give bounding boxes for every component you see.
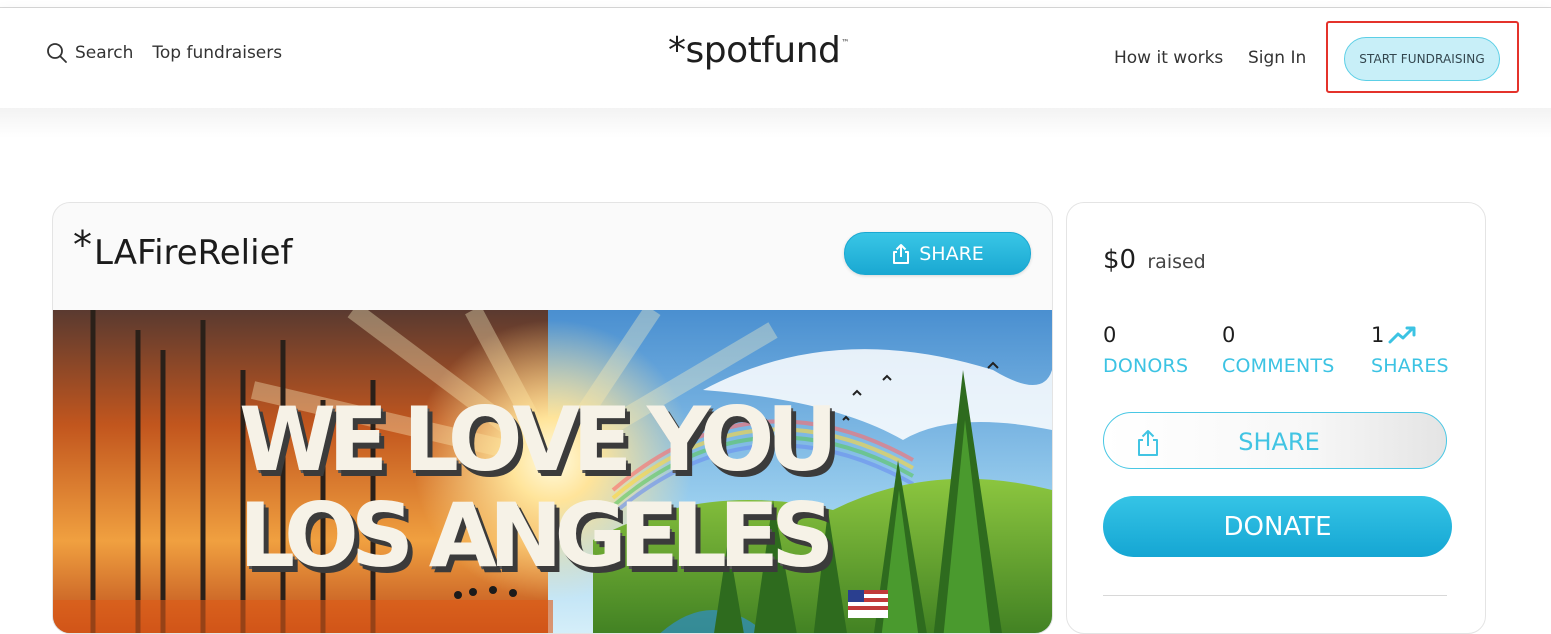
campaign-share-button[interactable]: SHARE (844, 232, 1031, 275)
sidebar-share-button[interactable]: SHARE (1103, 412, 1447, 469)
raised-label: raised (1147, 251, 1206, 273)
stat-shares[interactable]: 1 SHARES (1371, 323, 1449, 377)
highlight-box (1326, 21, 1519, 93)
nav-left-group: Search Top fundraisers (46, 42, 282, 64)
shares-count: 1 (1371, 323, 1385, 347)
hero-text: WE LOVE YOU LOS ANGELES (239, 392, 879, 584)
how-it-works-link[interactable]: How it works (1114, 48, 1223, 68)
raised-amount: $0 (1103, 245, 1137, 275)
campaign-card: *LAFireRelief SHARE WE LOVE YOU LOS ANGE… (52, 202, 1053, 634)
search-link[interactable]: Search (46, 42, 133, 64)
shares-label[interactable]: SHARES (1371, 355, 1449, 377)
search-icon[interactable] (46, 42, 68, 64)
campaign-title: *LAFireRelief (73, 223, 293, 273)
sidebar-divider (1103, 595, 1447, 596)
search-label[interactable]: Search (75, 43, 133, 63)
shares-count-row: 1 (1371, 323, 1449, 347)
comments-count: 0 (1222, 323, 1236, 347)
hero-line-1: WE LOVE YOU (239, 388, 838, 491)
stat-donors[interactable]: 0 DONORS (1103, 323, 1188, 377)
campaign-hero-image: WE LOVE YOU LOS ANGELES (53, 310, 1052, 633)
logo-trademark: ™ (841, 38, 849, 47)
stat-comments[interactable]: 0 COMMENTS (1222, 323, 1335, 377)
logo-text[interactable]: *spotfund (668, 30, 841, 71)
share-icon (893, 243, 910, 264)
campaign-asterisk: * (73, 223, 92, 267)
navbar-shadow (0, 108, 1551, 138)
campaign-share-label[interactable]: SHARE (919, 243, 984, 265)
donors-label[interactable]: DONORS (1103, 355, 1188, 377)
top-fundraisers-link[interactable]: Top fundraisers (152, 43, 282, 63)
donate-button[interactable]: DONATE (1103, 496, 1452, 557)
campaign-title-text: LAFireRelief (94, 233, 293, 273)
spotfund-logo[interactable]: *spotfund™ (668, 30, 849, 71)
trending-up-icon (1388, 326, 1416, 344)
sidebar-share-label[interactable]: SHARE (1104, 428, 1450, 456)
donation-card: $0 raised 0 DONORS 0 COMMENTS 1 SHARES S… (1066, 202, 1486, 634)
hero-line-2: LOS ANGELES (239, 484, 834, 587)
sign-in-link[interactable]: Sign In (1248, 48, 1306, 68)
donors-count: 0 (1103, 323, 1117, 347)
comments-label[interactable]: COMMENTS (1222, 355, 1335, 377)
raised-amount-block: $0 raised (1103, 245, 1206, 275)
